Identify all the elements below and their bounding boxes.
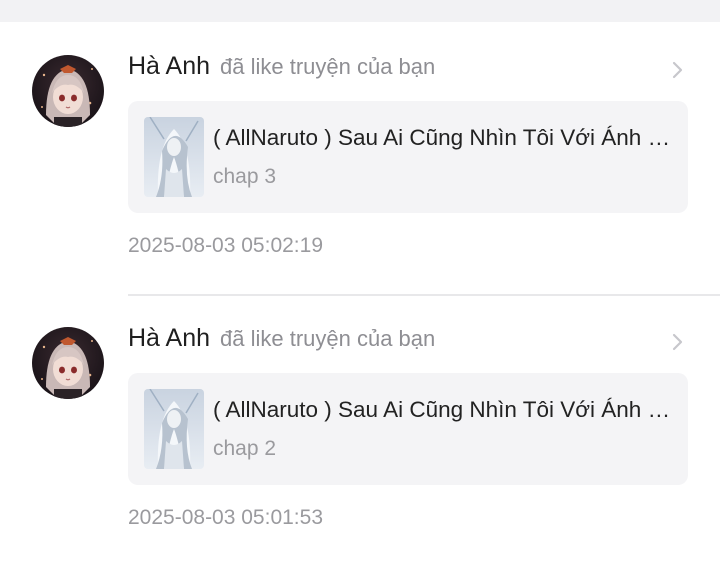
- story-card[interactable]: ( AllNaruto ) Sau Ai Cũng Nhìn Tôi Với Á…: [128, 101, 688, 213]
- chapter-label: chap 3: [213, 165, 277, 188]
- chapter-label: chap 2: [213, 437, 277, 460]
- story-title[interactable]: ( AllNaruto ) Sau Ai Cũng Nhìn Tôi Với Á…: [213, 125, 673, 151]
- avatar[interactable]: [32, 55, 104, 127]
- action-text: đã like truyện của bạn: [220, 326, 436, 351]
- timestamp: 2025-08-03 05:01:53: [128, 506, 323, 529]
- notification-item[interactable]: Hà Anh đã like truyện của bạn (AllNarut…: [0, 22, 720, 296]
- action-text: đã like truyện của bạn: [220, 54, 436, 79]
- story-cover: [144, 117, 204, 197]
- timestamp: 2025-08-03 05:02:19: [128, 234, 323, 257]
- top-band: [0, 0, 720, 22]
- user-name[interactable]: Hà Anh: [128, 52, 210, 81]
- chevron-right-icon[interactable]: [668, 328, 688, 356]
- story-card[interactable]: ( AllNaruto ) Sau Ai Cũng Nhìn Tôi Với Á…: [128, 373, 688, 485]
- avatar[interactable]: [32, 327, 104, 399]
- user-name[interactable]: Hà Anh: [128, 324, 210, 353]
- story-title[interactable]: ( AllNaruto ) Sau Ai Cũng Nhìn Tôi Với Á…: [213, 397, 673, 423]
- chevron-right-icon[interactable]: [668, 56, 688, 84]
- story-cover: [144, 389, 204, 469]
- notification-item[interactable]: Hà Anh đã like truyện của bạn (AllNarut…: [0, 294, 720, 564]
